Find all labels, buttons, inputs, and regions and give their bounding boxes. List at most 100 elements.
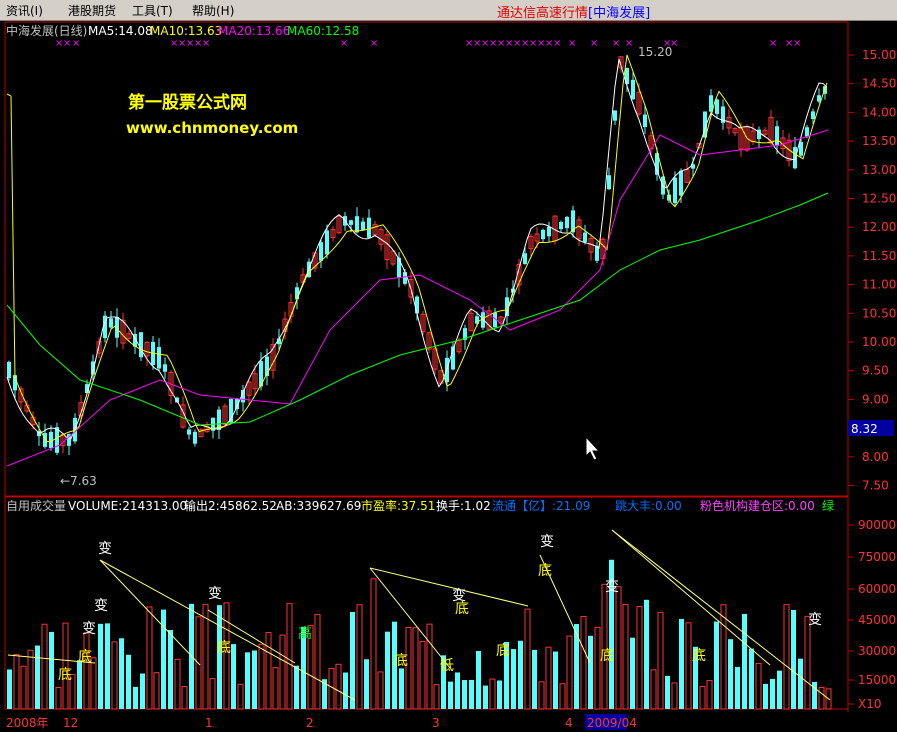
- volume-signal-label: 变: [82, 621, 96, 637]
- volume-bar-up: [699, 685, 706, 710]
- stock-name-link[interactable]: [中海发展]: [588, 6, 650, 21]
- volume-bar-down: [644, 599, 649, 709]
- candle-down: [613, 110, 617, 121]
- volume-bar-down: [105, 623, 110, 709]
- price-tick-label: 7.50: [862, 479, 889, 493]
- pink-zone: 粉色机构建仓区:0.00: [700, 498, 815, 513]
- volume-tick-label: 60000: [858, 582, 896, 596]
- price-tick-label: 11.00: [862, 278, 896, 292]
- signal-markers: × × × × × × × × × × × × × × × × × × × × × × × × × × ×× × × ×: [55, 38, 801, 49]
- turnover: 换手:1.02: [436, 499, 491, 513]
- volume-signal-label: 底: [58, 667, 72, 683]
- date-label: 2009/04: [587, 716, 637, 730]
- price-tick-label: 14.00: [862, 105, 896, 119]
- volume-bar-up: [13, 653, 20, 710]
- volume-bar-down: [252, 650, 257, 709]
- date-label: 12: [63, 716, 78, 730]
- volume-bar-up: [671, 682, 678, 710]
- volume-value: VOLUME:214313.00: [68, 499, 187, 513]
- candle-down: [7, 361, 11, 379]
- price-tick-label: 12.00: [862, 220, 896, 234]
- candle-down: [139, 332, 143, 358]
- volume-title: 自用成交量: [6, 498, 66, 513]
- candle-down: [541, 229, 545, 240]
- date-label: 2: [306, 716, 314, 730]
- date-axis-bg: [0, 712, 897, 732]
- volume-bar-up: [755, 662, 762, 710]
- ab-value: AB:339627.69: [276, 499, 361, 513]
- volume-bar-down: [630, 637, 635, 709]
- menu-info[interactable]: 资讯(I): [6, 2, 43, 19]
- app-title: 通达信高速行情[中海发展]: [497, 2, 650, 21]
- price-tick-label: 12.50: [862, 192, 896, 206]
- volume-bar-down: [140, 673, 145, 709]
- volume-bar-down: [777, 670, 782, 709]
- price-tick-label: 11.50: [862, 249, 896, 263]
- volume-bar-up: [377, 671, 384, 710]
- volume-bar-up: [818, 687, 825, 710]
- volume-tick-label: 30000: [858, 644, 896, 658]
- volume-signal-label: 底: [217, 640, 231, 656]
- signal-cross: ×: [553, 38, 561, 49]
- volume-bar-up: [545, 646, 552, 710]
- stock-chart[interactable]: 中海发展(日线) MA5:14.08 MA10:13.63 MA20:13.66…: [0, 20, 897, 732]
- volume-bar-up: [419, 640, 426, 710]
- volume-signal-label: 底: [394, 653, 408, 669]
- volume-bar-up: [265, 632, 272, 710]
- volume-signal-label: 底: [538, 563, 552, 579]
- volume-tick-label: 90000: [858, 518, 896, 532]
- float-shares: 流通【亿】:21.09: [492, 498, 590, 513]
- signal-cross: ×: [340, 38, 348, 49]
- volume-tick-label: X10: [858, 697, 882, 711]
- candle-down: [319, 242, 323, 261]
- green-label: 绿: [822, 498, 834, 513]
- candle-down: [349, 220, 353, 225]
- signal-cross: ×: [63, 38, 71, 49]
- ma5-label: MA5:14.08: [88, 24, 153, 38]
- candle-down: [295, 287, 299, 300]
- menu-help[interactable]: 帮助(H): [192, 2, 234, 19]
- volume-bar-down: [476, 651, 481, 709]
- candle-down: [607, 175, 611, 190]
- menu-hk-futures[interactable]: 港股期货: [68, 2, 116, 19]
- volume-tick-label: 15000: [858, 673, 896, 687]
- volume-bar-down: [588, 635, 593, 709]
- volume-bar-up: [636, 605, 643, 710]
- volume-bar-up: [615, 586, 622, 710]
- volume-bar-down: [49, 631, 54, 709]
- candle-down: [559, 221, 563, 230]
- volume-bar-down: [553, 651, 558, 709]
- candle-down: [325, 230, 329, 255]
- volume-signal-label: 底: [496, 643, 510, 659]
- volume-bar-down: [469, 679, 474, 709]
- volume-bar-down: [679, 618, 684, 709]
- volume-bar-down: [364, 659, 369, 709]
- volume-bar-down: [532, 649, 537, 709]
- volume-bar-up: [426, 623, 433, 710]
- volume-bar-up: [370, 578, 377, 710]
- volume-signal-label: 底: [600, 648, 614, 664]
- volume-bar-down: [217, 605, 222, 709]
- volume-bar-up: [524, 608, 531, 710]
- volume-bar-down: [343, 672, 348, 709]
- candle-down: [775, 126, 779, 146]
- signal-cross: ×: [72, 38, 80, 49]
- signal-cross: ×: [769, 38, 777, 49]
- volume-trend-lines: [7, 529, 831, 701]
- volume-bar-up: [601, 583, 608, 710]
- candle-down: [55, 427, 59, 453]
- volume-bar-up: [314, 614, 321, 710]
- volume-bar-down: [714, 621, 719, 709]
- volume-bar-down: [483, 685, 488, 709]
- volume-signal-label: 变: [605, 579, 619, 595]
- volume-bar-down: [462, 680, 467, 709]
- signal-cross: ×: [590, 38, 598, 49]
- volume-bar-up: [650, 669, 657, 710]
- ma20-label: MA20:13.66: [218, 24, 290, 38]
- candle-down: [631, 79, 635, 100]
- volume-trend-line: [99, 559, 356, 701]
- volume-signal-label: 底: [455, 601, 469, 617]
- volume-bar-down: [294, 665, 299, 709]
- menu-tools[interactable]: 工具(T): [132, 2, 173, 19]
- candle-down: [811, 111, 815, 120]
